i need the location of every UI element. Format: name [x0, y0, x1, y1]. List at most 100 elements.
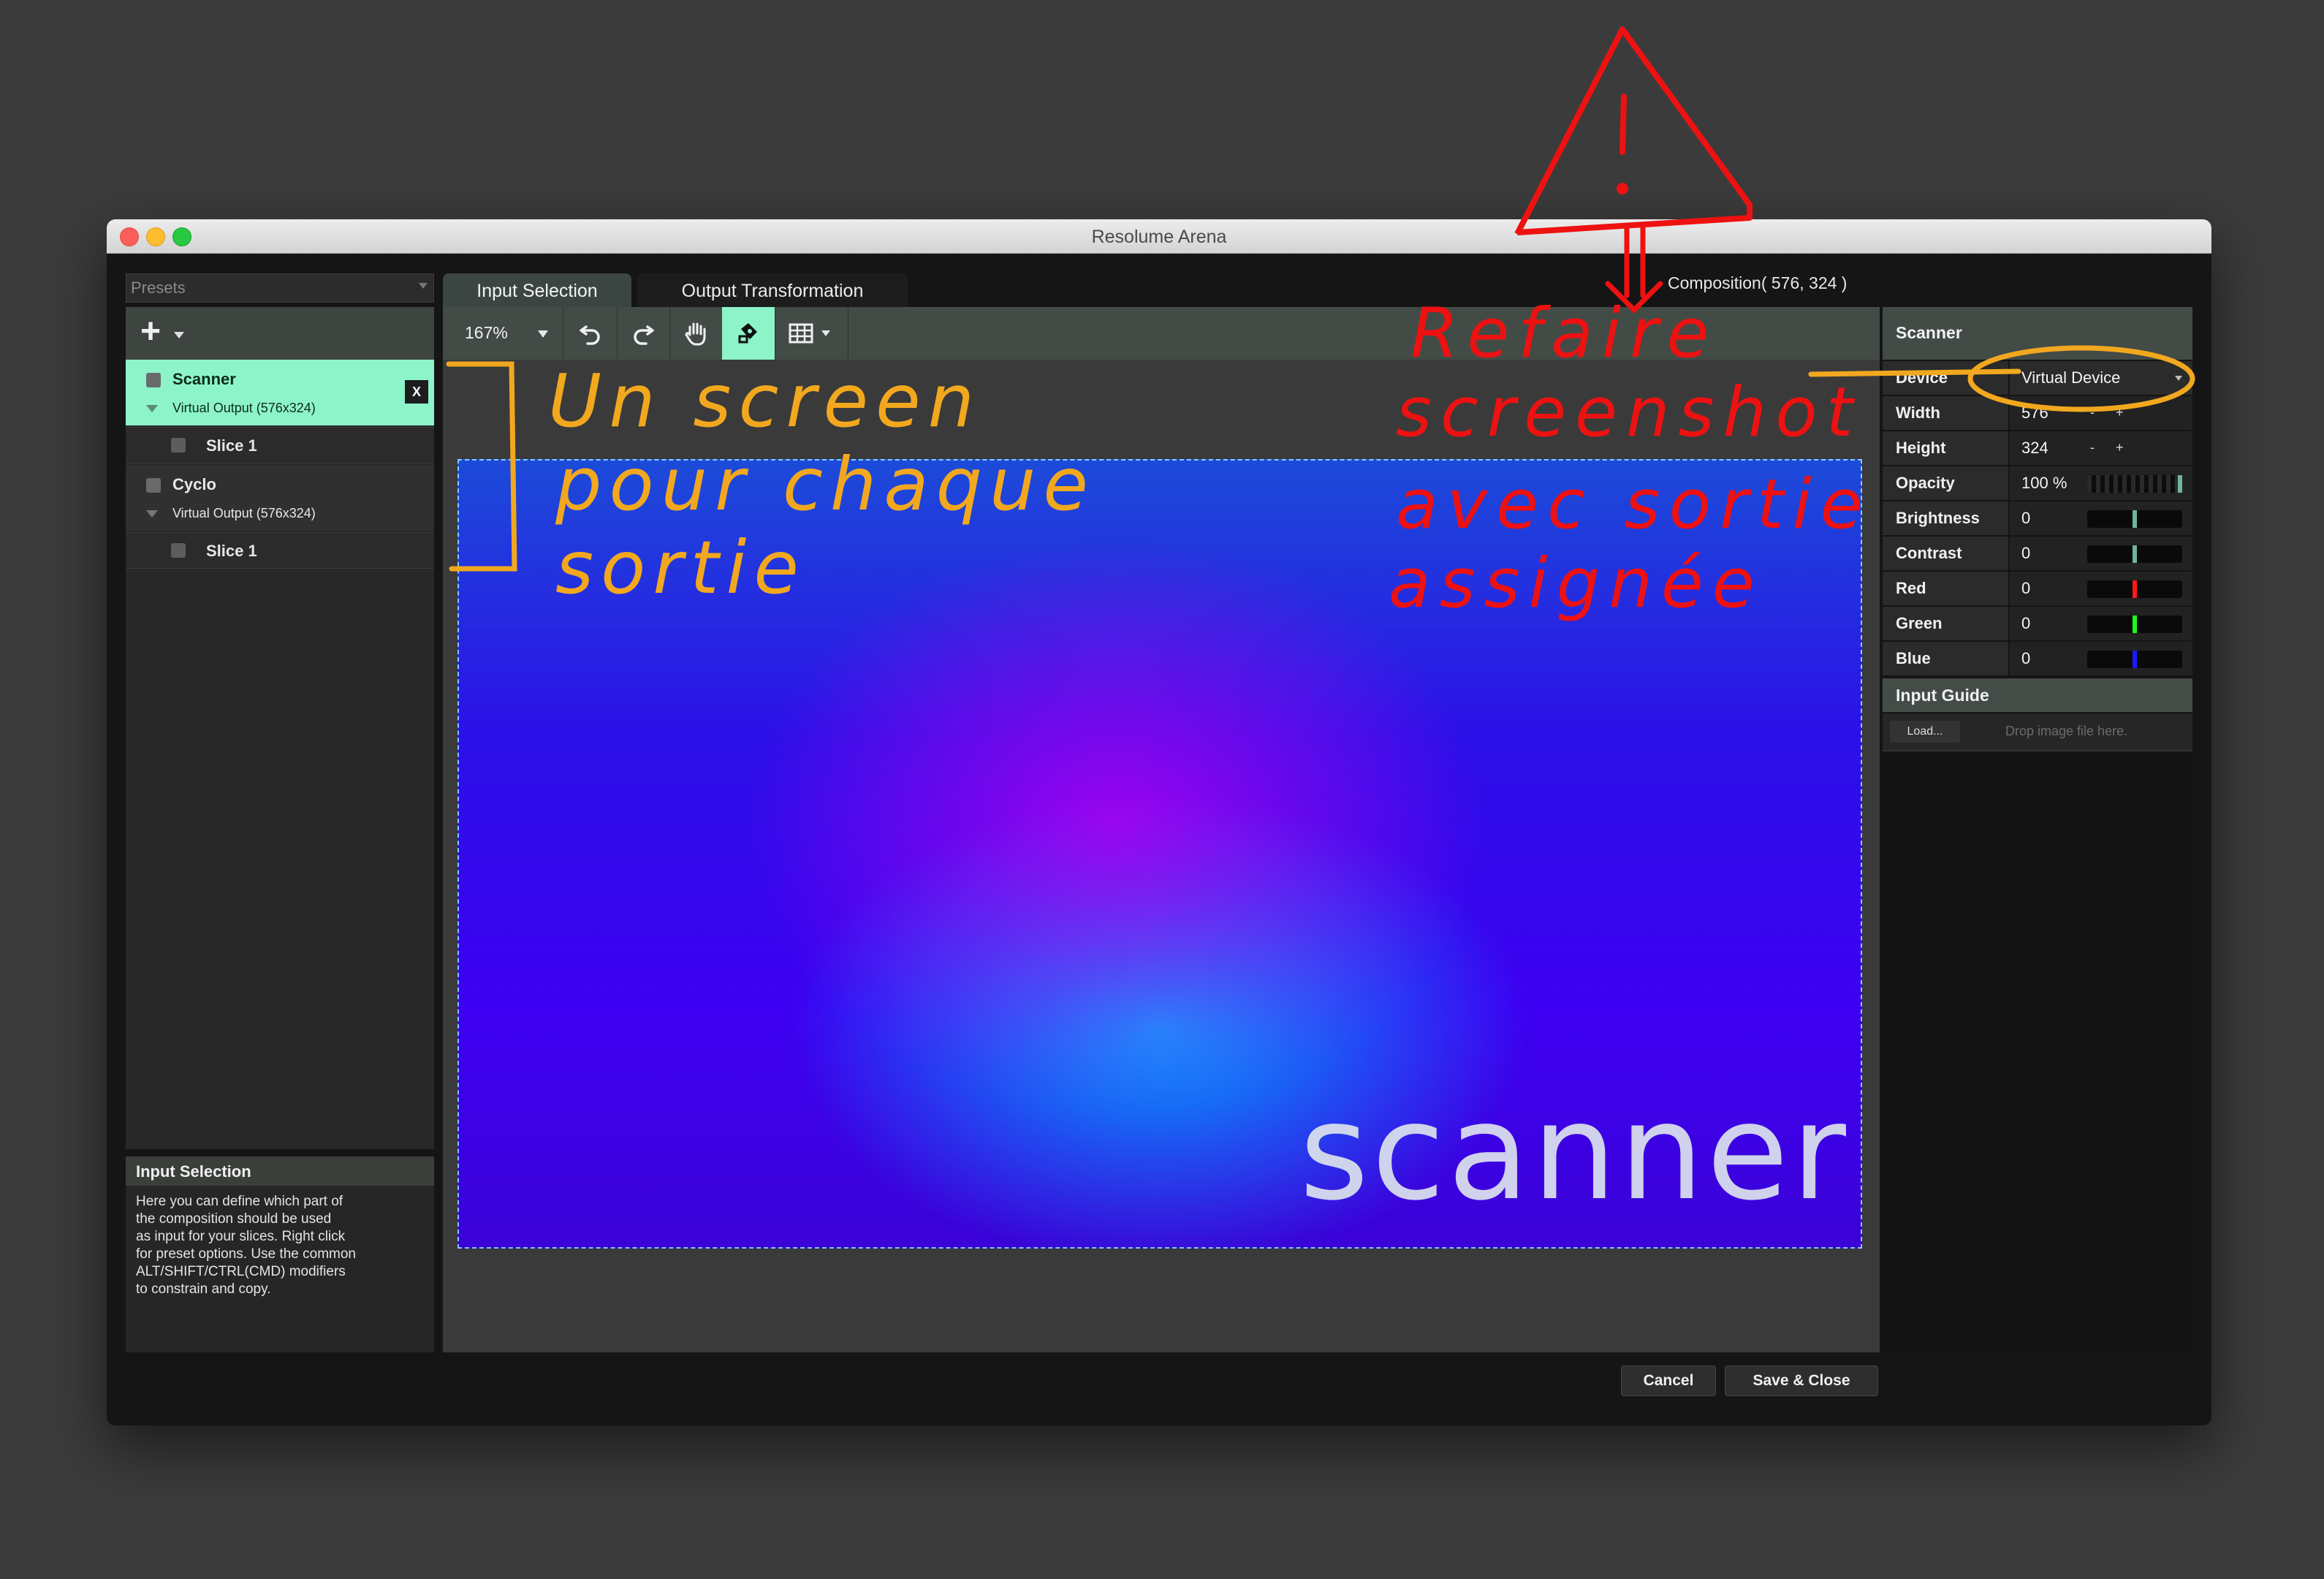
input-guide-title: Input Guide — [1896, 686, 1989, 705]
redo-icon — [634, 325, 654, 345]
chevron-down-icon — [2175, 376, 2182, 381]
contrast-label: Contrast — [1896, 544, 1962, 562]
height-value: 324 — [2021, 439, 2048, 457]
help-panel: Input Selection Here you can define whic… — [126, 1156, 434, 1352]
chevron-down-icon — [538, 330, 548, 338]
help-line: to constrain and copy. — [136, 1281, 271, 1297]
device-dropdown[interactable]: Virtual Device — [2010, 361, 2192, 395]
snap-tool-button[interactable] — [722, 307, 775, 360]
device-row: Device Virtual Device — [1883, 361, 2192, 396]
blue-value: 0 — [2021, 649, 2031, 667]
screen-list: Scanner Virtual Output (576x324) X Slice… — [126, 360, 434, 1149]
screen-device: Virtual Output (576x324) — [172, 506, 316, 520]
composition-size-label: Composition( 576, 324 ) — [1668, 273, 1848, 292]
presets-dropdown[interactable]: Presets — [126, 273, 434, 303]
help-line: the composition should be used — [136, 1211, 332, 1227]
red-knob[interactable] — [2133, 580, 2137, 598]
input-guide-dropzone[interactable]: Load... Drop image file here. — [1883, 713, 2192, 751]
device-label: Device — [1896, 368, 1948, 387]
height-row: Height 324 - + — [1883, 431, 2192, 466]
undo-icon — [580, 325, 600, 345]
green-knob[interactable] — [2133, 616, 2137, 633]
contrast-row: Contrast 0 — [1883, 537, 2192, 572]
app-window: Resolume Arena Presets + Scanner Virtual… — [107, 219, 2211, 1425]
help-line: as input for your slices. Right click — [136, 1229, 346, 1244]
blue-row: Blue 0 — [1883, 642, 2192, 677]
height-label: Height — [1896, 439, 1946, 457]
input-guide-header: Input Guide — [1883, 678, 2192, 712]
green-label: Green — [1896, 614, 1943, 632]
composition-preview[interactable]: scanner — [457, 459, 1862, 1249]
window-title: Resolume Arena — [1091, 227, 1227, 247]
screen-item-cyclo[interactable]: Cyclo Virtual Output (576x324) — [126, 465, 434, 531]
pan-tool-button[interactable] — [669, 307, 723, 360]
plus-icon: + — [140, 312, 162, 351]
preview-caption: scanner — [1299, 1075, 1849, 1230]
screen-item-scanner[interactable]: Scanner Virtual Output (576x324) X — [126, 360, 434, 425]
help-header: Input Selection — [126, 1156, 434, 1186]
snap-icon — [738, 323, 757, 344]
zoom-value: 167% — [465, 323, 508, 342]
tab-label: Input Selection — [476, 281, 598, 301]
slice-name: Slice 1 — [206, 436, 257, 455]
red-slider[interactable] — [2087, 580, 2182, 598]
width-field[interactable]: 576 - + — [2010, 396, 2192, 430]
canvas-toolbar: 167% — [443, 307, 1880, 360]
grid-menu-button[interactable] — [775, 307, 848, 360]
opacity-value: 100 % — [2021, 474, 2067, 492]
opacity-knob[interactable] — [2178, 475, 2182, 493]
left-toolbar: + — [126, 307, 434, 360]
brightness-slider[interactable] — [2087, 510, 2182, 528]
screen-enable-checkbox[interactable] — [146, 373, 161, 387]
brightness-value: 0 — [2021, 509, 2031, 527]
screen-enable-checkbox[interactable] — [146, 478, 161, 493]
expand-triangle-icon[interactable] — [146, 405, 158, 412]
slice-enable-checkbox[interactable] — [171, 543, 186, 558]
brightness-row: Brightness 0 — [1883, 501, 2192, 537]
opacity-label: Opacity — [1896, 474, 1955, 492]
blue-slider[interactable] — [2087, 651, 2182, 668]
green-value: 0 — [2021, 614, 2031, 632]
contrast-knob[interactable] — [2133, 545, 2137, 563]
green-slider[interactable] — [2087, 616, 2182, 633]
expand-triangle-icon[interactable] — [146, 510, 158, 518]
screen-name: Scanner — [172, 370, 236, 388]
zoom-dropdown[interactable]: 167% — [443, 307, 563, 360]
tab-output-transformation[interactable]: Output Transformation — [637, 273, 908, 307]
height-stepper[interactable]: - + — [2090, 440, 2134, 456]
red-label: Red — [1896, 579, 1926, 597]
undo-button[interactable] — [564, 307, 618, 360]
width-value: 576 — [2021, 404, 2048, 422]
help-title: Input Selection — [136, 1162, 251, 1181]
opacity-row: Opacity 100 % — [1883, 466, 2192, 501]
brightness-label: Brightness — [1896, 509, 1980, 527]
screen-device: Virtual Output (576x324) — [172, 401, 316, 415]
contrast-slider[interactable] — [2087, 545, 2182, 563]
hand-icon — [685, 322, 706, 346]
height-field[interactable]: 324 - + — [2010, 431, 2192, 465]
slice-enable-checkbox[interactable] — [171, 438, 186, 453]
remove-screen-button[interactable]: X — [405, 380, 428, 404]
title-bar: Resolume Arena — [107, 219, 2211, 254]
chevron-down-icon — [821, 330, 830, 336]
slice-name: Slice 1 — [206, 542, 257, 560]
opacity-slider[interactable] — [2087, 475, 2182, 493]
help-line: ALT/SHIFT/CTRL(CMD) modifiers — [136, 1264, 346, 1279]
brightness-knob[interactable] — [2133, 510, 2137, 528]
presets-label: Presets — [131, 279, 186, 297]
load-guide-button[interactable]: Load... — [1890, 721, 1960, 743]
grid-icon — [789, 323, 813, 344]
slice-item[interactable]: Slice 1 — [126, 427, 434, 463]
tab-input-selection[interactable]: Input Selection — [443, 273, 631, 307]
width-row: Width 576 - + — [1883, 396, 2192, 431]
slice-item[interactable]: Slice 1 — [126, 532, 434, 569]
add-screen-button[interactable]: + — [140, 313, 191, 351]
cancel-button[interactable]: Cancel — [1621, 1366, 1716, 1396]
blue-knob[interactable] — [2133, 651, 2137, 668]
save-close-button[interactable]: Save & Close — [1725, 1366, 1878, 1396]
help-line: for preset options. Use the common — [136, 1246, 356, 1262]
warning-triangle — [1514, 26, 1753, 235]
redo-button[interactable] — [617, 307, 670, 360]
device-value: Virtual Device — [2021, 368, 2121, 387]
width-stepper[interactable]: - + — [2090, 405, 2134, 421]
